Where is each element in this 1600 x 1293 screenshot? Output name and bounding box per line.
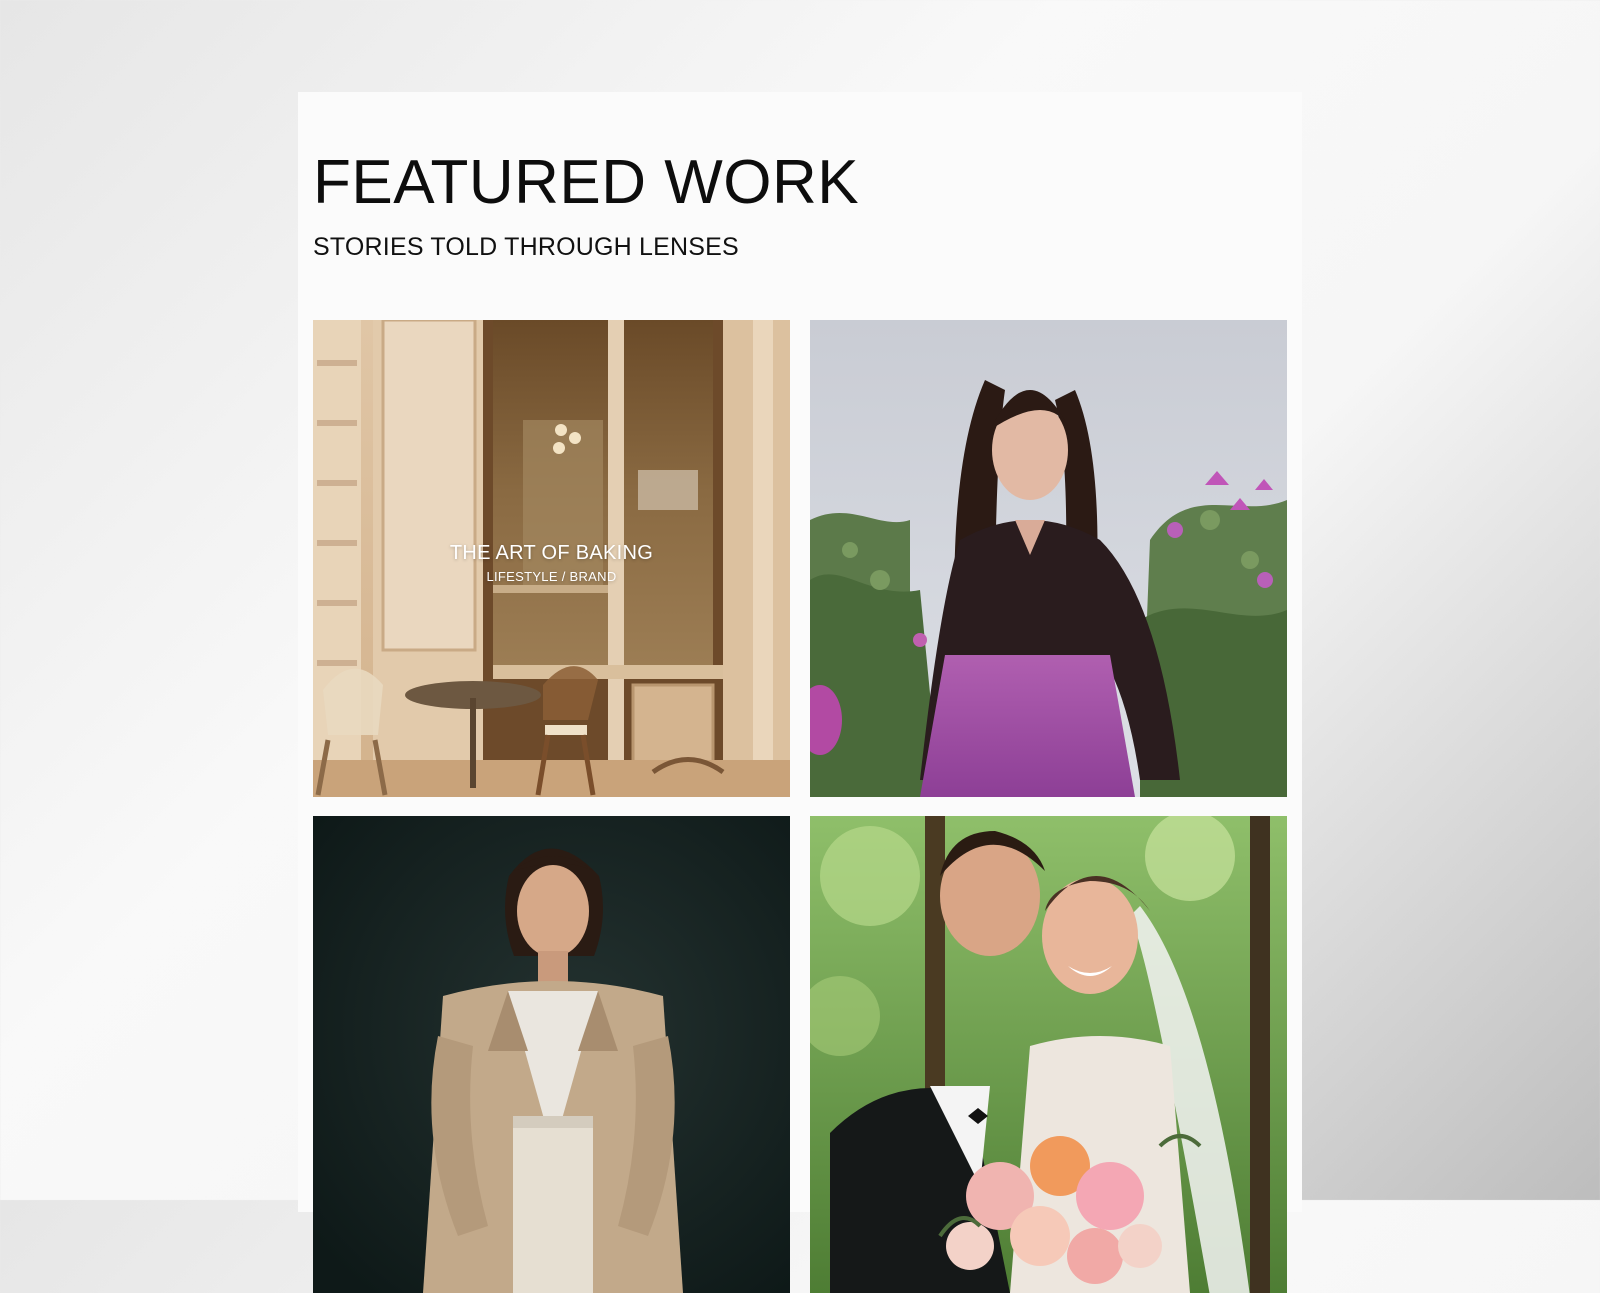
studio-portrait-woman-blazer-photo (313, 816, 790, 1293)
wedding-couple-bouquet-photo (810, 816, 1287, 1293)
card-category: LIFESTYLE / BRAND (486, 569, 617, 584)
page-title: FEATURED WORK (313, 148, 860, 217)
card-title: THE ART OF BAKING (449, 542, 654, 564)
page-subtitle: STORIES TOLD THROUGH LENSES (313, 233, 739, 261)
woman-in-flower-field-photo (810, 320, 1287, 797)
work-grid: THE ART OF BAKING LIFESTYLE / BRAND (313, 320, 1287, 1293)
work-card-art-of-baking[interactable]: THE ART OF BAKING LIFESTYLE / BRAND (313, 320, 790, 797)
work-card-studio-portrait[interactable] (313, 816, 790, 1293)
card-caption: THE ART OF BAKING LIFESTYLE / BRAND (313, 542, 790, 584)
work-card-wedding[interactable] (810, 816, 1287, 1293)
featured-work-section: FEATURED WORK STORIES TOLD THROUGH LENSE… (298, 92, 1302, 1293)
work-card-flower-field[interactable] (810, 320, 1287, 797)
